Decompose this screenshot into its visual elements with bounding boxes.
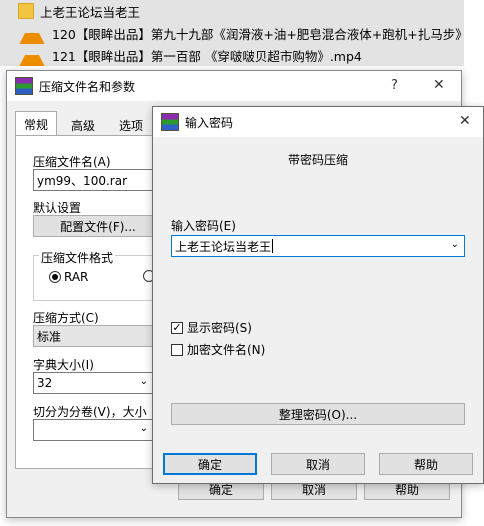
password-help-button[interactable]: 帮助 <box>379 453 473 475</box>
chevron-down-icon: ⌄ <box>139 376 148 387</box>
profiles-button-label: 配置文件(F)... <box>60 219 136 234</box>
password-input[interactable]: 上老王论坛当老王 ⌄ <box>171 235 465 257</box>
tab-label: 高级 <box>70 118 95 133</box>
show-password-label: 显示密码(S) <box>187 321 252 335</box>
help-icon[interactable]: ? <box>391 78 398 93</box>
help-label: 帮助 <box>413 457 438 472</box>
tab-advanced[interactable]: 高级 <box>63 115 103 135</box>
text-cursor <box>272 239 274 253</box>
organize-passwords-label: 整理密码(O)... <box>278 407 358 422</box>
profiles-button[interactable]: 配置文件(F)... <box>33 215 163 237</box>
archive-name-input[interactable]: ym99、100.rar <box>33 169 163 191</box>
close-icon[interactable]: ✕ <box>433 77 445 93</box>
dict-value: 32 <box>37 376 53 390</box>
password-dialog: 输入密码 ✕ 带密码压缩 输入密码(E) 上老王论坛当老王 ⌄ ✓ 显示密码(S… <box>152 106 484 484</box>
close-icon[interactable]: ✕ <box>459 113 471 129</box>
split-select[interactable]: ⌄ <box>33 419 153 441</box>
format-rar-label: RAR <box>64 270 89 284</box>
tab-label: 常规 <box>23 117 48 132</box>
split-label: 切分为分卷(V)，大小 <box>33 405 147 419</box>
ok-label: 确定 <box>197 457 222 472</box>
password-value: 上老王论坛当老王 <box>175 239 272 254</box>
file-name: 121【眼眸出品】第一百部 《穿啵啵贝超市购物》.mp4 <box>52 48 362 64</box>
file-row[interactable]: 上老王论坛当老王 <box>0 0 464 22</box>
password-ok-button[interactable]: 确定 <box>163 453 257 475</box>
dict-select[interactable]: 32 ⌄ <box>33 372 153 394</box>
archive-name-value: ym99、100.rar <box>37 173 128 188</box>
password-dialog-title: 输入密码 <box>185 115 234 130</box>
file-name: 120【眼眸出品】第九十九部《润滑液+油+肥皂混合液体+跑机+扎马步》.mp4 <box>52 26 464 42</box>
radio-selected-icon <box>49 271 61 283</box>
password-label: 输入密码(E) <box>171 219 236 233</box>
tab-general[interactable]: 常规 <box>15 111 57 136</box>
password-dialog-header: 带密码压缩 <box>287 153 348 167</box>
archive-dialog-title: 压缩文件名和参数 <box>39 79 136 94</box>
file-name: 上老王论坛当老王 <box>40 4 141 20</box>
folder-icon <box>18 3 34 19</box>
winrar-icon <box>15 77 33 95</box>
organize-passwords-button[interactable]: 整理密码(O)... <box>171 403 465 425</box>
method-label: 压缩方式(C) <box>33 311 99 325</box>
method-select[interactable]: 标准 <box>33 325 163 347</box>
file-row[interactable]: 120【眼眸出品】第九十九部《润滑液+油+肥皂混合液体+跑机+扎马步》.mp4 <box>0 22 464 44</box>
cancel-label: 取消 <box>305 457 330 472</box>
chevron-down-icon: ⌄ <box>139 423 148 434</box>
file-row[interactable]: 121【眼眸出品】第一百部 《穿啵啵贝超市购物》.mp4 <box>0 44 464 66</box>
format-rar-radio[interactable]: RAR <box>49 270 88 284</box>
encrypt-names-label: 加密文件名(N) <box>187 343 266 357</box>
method-value: 标准 <box>37 329 62 344</box>
archive-name-label: 压缩文件名(A) <box>33 155 111 169</box>
format-group-label: 压缩文件格式 <box>39 249 116 266</box>
checkbox-checked-icon: ✓ <box>171 321 183 334</box>
show-password-checkbox[interactable]: ✓ 显示密码(S) <box>171 319 252 336</box>
encrypt-names-checkbox[interactable]: 加密文件名(N) <box>171 341 265 358</box>
password-cancel-button[interactable]: 取消 <box>271 453 365 475</box>
password-dialog-titlebar[interactable]: 输入密码 ✕ <box>153 107 483 137</box>
dict-label: 字典大小(I) <box>33 358 94 372</box>
tab-options[interactable]: 选项 <box>111 115 151 135</box>
default-settings-label: 默认设置 <box>33 201 82 215</box>
vlc-icon <box>18 22 46 44</box>
checkbox-unchecked-icon <box>171 343 183 356</box>
tab-label: 选项 <box>118 118 143 133</box>
winrar-icon <box>161 113 179 131</box>
vlc-icon <box>18 44 46 66</box>
archive-dialog-titlebar[interactable]: 压缩文件名和参数 ? ✕ <box>7 71 461 101</box>
chevron-down-icon[interactable]: ⌄ <box>451 239 459 250</box>
